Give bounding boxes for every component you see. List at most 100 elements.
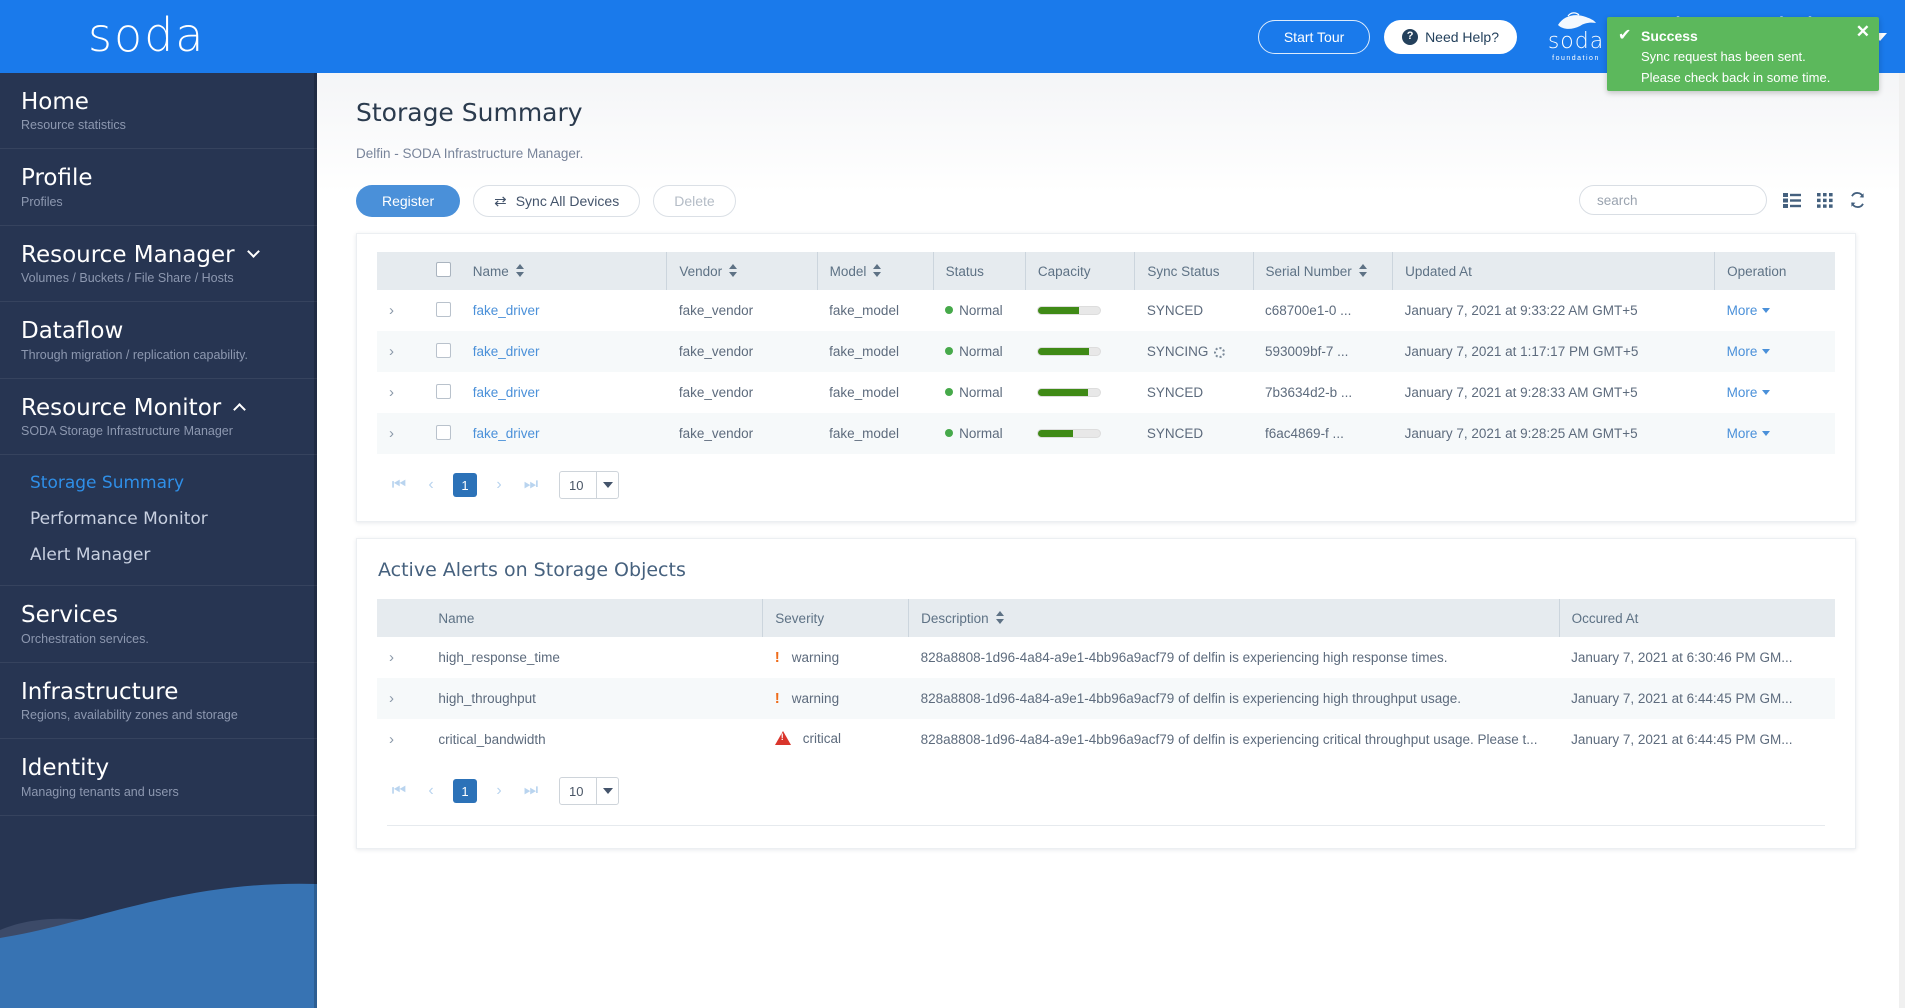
start-tour-button[interactable]: Start Tour [1258, 19, 1371, 54]
grid-view-icon[interactable] [1817, 192, 1833, 208]
chevron-right-icon[interactable]: › [389, 343, 394, 360]
chevron-right-icon[interactable]: › [389, 384, 394, 401]
row-checkbox[interactable] [424, 413, 461, 454]
page-size-select[interactable]: 10 [559, 471, 619, 499]
storage-table: Name Vendor Model Status Capacity Sync Status… [377, 252, 1835, 454]
sort-icon[interactable] [1358, 264, 1368, 277]
pagination-last-button[interactable]: ⏭ [517, 471, 545, 499]
column-header-label: Model [829, 264, 867, 279]
sidebar-item-resource-manager[interactable]: Resource Manager Volumes / Buckets / File… [0, 226, 317, 303]
more-menu-button[interactable]: More [1727, 426, 1771, 441]
checkbox-icon[interactable] [436, 383, 452, 399]
row-checkbox[interactable] [424, 290, 461, 331]
toast-close-icon[interactable]: ✕ [1856, 23, 1870, 40]
row-expander[interactable]: › [377, 290, 424, 331]
pagination-next-button[interactable]: › [485, 471, 513, 499]
chevron-down-icon[interactable] [246, 244, 260, 258]
table-row[interactable]: › high_response_time! warning 828a8808-1d96… [377, 637, 1835, 678]
cell-operation[interactable]: More [1715, 290, 1835, 331]
table-row[interactable]: › fake_driver fake_vendor fake_model Normal S… [377, 331, 1835, 372]
sidebar-subitem-storage-summary[interactable]: Storage Summary [0, 465, 317, 501]
cell-operation[interactable]: More [1715, 331, 1835, 372]
cell-model: fake_model [829, 303, 899, 318]
pagination-prev-button[interactable]: ‹ [417, 471, 445, 499]
register-button[interactable]: Register [356, 185, 461, 217]
table-row[interactable]: › fake_driver fake_vendor fake_model Normal S… [377, 413, 1835, 454]
checkbox-icon[interactable] [436, 342, 452, 358]
column-header-vendor[interactable]: Vendor [666, 252, 818, 290]
sort-icon[interactable] [995, 611, 1005, 624]
chevron-right-icon[interactable]: › [389, 690, 394, 707]
sidebar-subnav: Storage Summary Performance Monitor Alert … [0, 461, 317, 575]
cell-severity: critical [763, 719, 909, 760]
alerts-pagination-page-1[interactable]: 1 [453, 779, 477, 803]
cell-name[interactable]: fake_driver [461, 290, 667, 331]
alerts-pagination-first-button[interactable]: ⏮ [385, 777, 413, 805]
column-header-description[interactable]: Description [908, 599, 1560, 637]
table-row[interactable]: › fake_driver fake_vendor fake_model Normal S… [377, 372, 1835, 413]
sidebar-item-home[interactable]: Home Resource statistics [0, 73, 317, 150]
column-header-serial-number[interactable]: Serial Number [1253, 252, 1394, 290]
alerts-page-size-select[interactable]: 10 [559, 777, 619, 805]
sort-icon[interactable] [515, 264, 525, 277]
column-header-model[interactable]: Model [817, 252, 934, 290]
more-menu-button[interactable]: More [1727, 303, 1771, 318]
row-checkbox[interactable] [424, 372, 461, 413]
row-expander[interactable]: › [377, 678, 426, 719]
sidebar-item-services[interactable]: Services Orchestration services. [0, 586, 317, 663]
sync-all-devices-button[interactable]: ⇄ Sync All Devices [473, 185, 641, 217]
search-box[interactable] [1579, 185, 1776, 215]
more-menu-button[interactable]: More [1727, 385, 1771, 400]
pagination-page-1[interactable]: 1 [453, 473, 477, 497]
select-all-checkbox[interactable] [424, 252, 461, 290]
cell-capacity [1025, 290, 1135, 331]
alerts-pagination-last-button[interactable]: ⏭ [517, 777, 545, 805]
sort-icon[interactable] [729, 264, 738, 277]
row-expander[interactable]: › [377, 372, 424, 413]
sidebar-item-identity[interactable]: Identity Managing tenants and users [0, 739, 317, 816]
chevron-right-icon[interactable]: › [389, 731, 394, 748]
table-row[interactable]: › fake_driver fake_vendor fake_model Normal S… [377, 290, 1835, 331]
cell-name[interactable]: fake_driver [461, 413, 667, 454]
sidebar-item-resource-monitor[interactable]: Resource Monitor SODA Storage Infrastruct… [0, 379, 317, 456]
checkbox-icon[interactable] [436, 262, 452, 277]
cell-operation[interactable]: More [1715, 372, 1835, 413]
table-row[interactable]: › high_throughput! warning 828a8808-1d96-4a… [377, 678, 1835, 719]
sort-icon[interactable] [873, 264, 882, 277]
search-input[interactable] [1595, 191, 1776, 209]
page-scrollbar[interactable] [1899, 73, 1905, 1008]
row-expander[interactable]: › [377, 413, 424, 454]
refresh-icon[interactable] [1849, 192, 1866, 208]
cell-name[interactable]: fake_driver [461, 372, 667, 413]
sidebar-subitem-alert-manager[interactable]: Alert Manager [0, 537, 317, 573]
chevron-right-icon[interactable]: › [389, 425, 394, 442]
alerts-pagination-next-button[interactable]: › [485, 777, 513, 805]
sidebar-item-profile[interactable]: Profile Profiles [0, 149, 317, 226]
chevron-right-icon[interactable]: › [389, 649, 394, 666]
brand-logo[interactable]: soda [88, 8, 206, 62]
row-expander[interactable]: › [377, 331, 424, 372]
sidebar-item-infrastructure[interactable]: Infrastructure Regions, availability zone… [0, 663, 317, 740]
list-view-icon[interactable] [1783, 192, 1801, 208]
cell-sync-status: SYNCING [1135, 331, 1253, 372]
row-checkbox[interactable] [424, 331, 461, 372]
row-expander[interactable]: › [377, 637, 426, 678]
need-help-button[interactable]: ? Need Help? [1384, 19, 1517, 54]
row-expander[interactable]: › [377, 719, 426, 760]
cell-name[interactable]: fake_driver [461, 331, 667, 372]
more-menu-button[interactable]: More [1727, 344, 1771, 359]
delete-button[interactable]: Delete [653, 185, 736, 217]
sidebar-item-sublabel: Resource statistics [21, 118, 126, 133]
table-row[interactable]: › critical_bandwidth critical 828a8808-1d96… [377, 719, 1835, 760]
cell-operation[interactable]: More [1715, 413, 1835, 454]
column-header-name[interactable]: Name [460, 252, 668, 290]
cell-description: 828a8808-1d96-4a84-a9e1-4bb96a9acf79 of … [920, 691, 1462, 706]
sidebar-subitem-performance-monitor[interactable]: Performance Monitor [0, 501, 317, 537]
chevron-up-icon[interactable] [233, 403, 247, 417]
pagination-first-button[interactable]: ⏮ [385, 471, 413, 499]
alerts-pagination-prev-button[interactable]: ‹ [417, 777, 445, 805]
checkbox-icon[interactable] [436, 424, 452, 440]
chevron-right-icon[interactable]: › [389, 302, 394, 319]
sidebar-item-dataflow[interactable]: Dataflow Through migration / replication … [0, 302, 317, 379]
checkbox-icon[interactable] [436, 301, 452, 317]
